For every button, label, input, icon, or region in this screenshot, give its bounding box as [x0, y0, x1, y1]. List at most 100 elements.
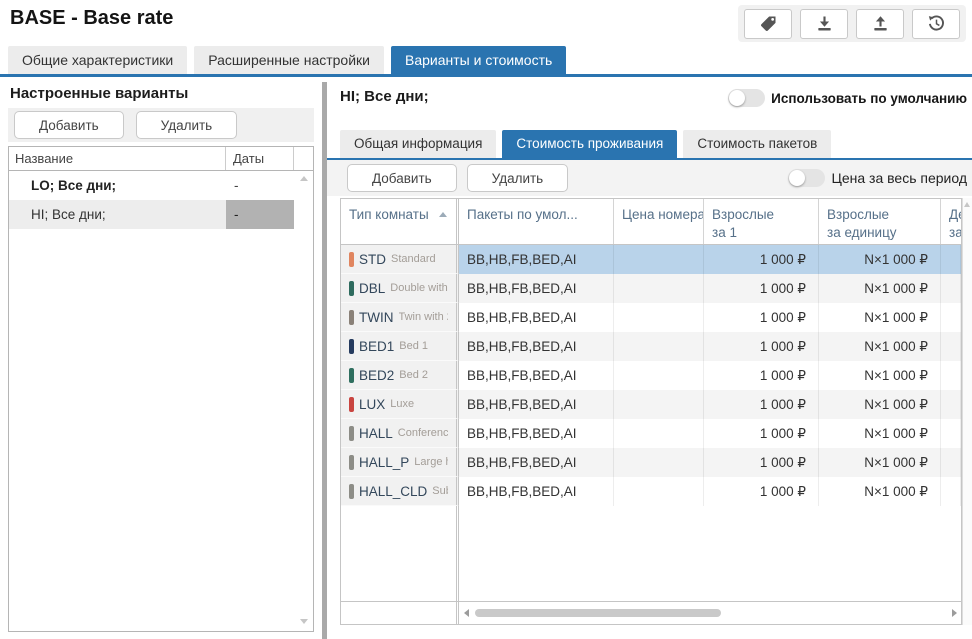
room-type-cell[interactable]: HALL_P Large hall — [341, 448, 459, 477]
scroll-left-arrow[interactable] — [464, 609, 469, 617]
room-price-cell[interactable] — [614, 361, 704, 390]
room-type-cell[interactable]: HALL Conference hall — [341, 419, 459, 448]
download-button[interactable] — [800, 9, 848, 39]
table-row[interactable]: STD Standard BB,HB,FB,BED,AI 1 000 ₽ N×1… — [341, 245, 961, 274]
vertical-scrollbar[interactable] — [962, 198, 972, 625]
scroll-right-arrow[interactable] — [952, 609, 957, 617]
tag-button[interactable] — [744, 9, 792, 39]
price-add-button[interactable]: Добавить — [347, 164, 457, 192]
packages-cell[interactable]: BB,HB,FB,BED,AI — [459, 477, 614, 506]
adults-per-unit-cell[interactable]: N×1 000 ₽ — [819, 332, 941, 361]
room-type-cell[interactable]: HALL_CLD Subhalls — [341, 477, 459, 506]
variants-list-body: LO; Все дни; - HI; Все дни; - — [9, 171, 294, 631]
tab-advanced-settings[interactable]: Расширенные настройки — [194, 46, 384, 74]
adults-per-1-cell[interactable]: 1 000 ₽ — [704, 245, 819, 274]
use-default-toggle[interactable] — [728, 89, 765, 107]
room-type-cell[interactable]: LUX Luxe — [341, 390, 459, 419]
table-row[interactable]: DBL Double with sing BB,HB,FB,BED,AI 1 0… — [341, 274, 961, 303]
variant-add-button[interactable]: Добавить — [14, 111, 124, 139]
packages-cell[interactable]: BB,HB,FB,BED,AI — [459, 303, 614, 332]
room-price-cell[interactable] — [614, 448, 704, 477]
children-cell[interactable] — [941, 332, 961, 361]
table-row[interactable]: LUX Luxe BB,HB,FB,BED,AI 1 000 ₽ N×1 000… — [341, 390, 961, 419]
adults-per-unit-cell[interactable]: N×1 000 ₽ — [819, 245, 941, 274]
packages-cell[interactable]: BB,HB,FB,BED,AI — [459, 419, 614, 448]
column-header-adults-per-1[interactable]: Взрослые за 1 — [704, 199, 819, 244]
adults-per-unit-cell[interactable]: N×1 000 ₽ — [819, 303, 941, 332]
tab-variants-and-price[interactable]: Варианты и стоимость — [391, 46, 566, 74]
room-price-cell[interactable] — [614, 303, 704, 332]
horizontal-scrollbar[interactable] — [459, 602, 961, 624]
room-color-chip — [349, 252, 354, 267]
children-cell[interactable] — [941, 448, 961, 477]
variant-row-lo[interactable]: LO; Все дни; - — [9, 171, 294, 200]
upload-button[interactable] — [856, 9, 904, 39]
adults-per-1-cell[interactable]: 1 000 ₽ — [704, 419, 819, 448]
room-price-cell[interactable] — [614, 332, 704, 361]
column-header-children[interactable]: Де за — [941, 199, 961, 244]
period-price-toggle[interactable] — [788, 169, 825, 187]
tab-general-characteristics[interactable]: Общие характеристики — [8, 46, 187, 74]
price-delete-button[interactable]: Удалить — [467, 164, 569, 192]
room-price-cell[interactable] — [614, 390, 704, 419]
scroll-up-arrow[interactable] — [300, 176, 308, 181]
room-type-cell[interactable]: TWIN Twin with 2 bed — [341, 303, 459, 332]
adults-per-1-cell[interactable]: 1 000 ₽ — [704, 477, 819, 506]
room-price-cell[interactable] — [614, 419, 704, 448]
room-type-cell[interactable]: STD Standard — [341, 245, 459, 274]
variant-row-hi[interactable]: HI; Все дни; - — [9, 200, 294, 229]
adults-per-unit-cell[interactable]: N×1 000 ₽ — [819, 419, 941, 448]
adults-per-1-cell[interactable]: 1 000 ₽ — [704, 274, 819, 303]
column-header-room-price[interactable]: Цена номера — [614, 199, 704, 244]
room-type-cell[interactable]: BED2 Bed 2 — [341, 361, 459, 390]
column-header-room-type[interactable]: Тип комнаты — [341, 199, 459, 244]
adults-per-unit-cell[interactable]: N×1 000 ₽ — [819, 448, 941, 477]
table-row[interactable]: TWIN Twin with 2 bed BB,HB,FB,BED,AI 1 0… — [341, 303, 961, 332]
adults-per-1-cell[interactable]: 1 000 ₽ — [704, 448, 819, 477]
column-header-dates[interactable]: Даты — [225, 147, 293, 170]
children-cell[interactable] — [941, 390, 961, 419]
variant-delete-button[interactable]: Удалить — [136, 111, 238, 139]
room-price-cell[interactable] — [614, 274, 704, 303]
packages-cell[interactable]: BB,HB,FB,BED,AI — [459, 274, 614, 303]
scroll-up-arrow[interactable] — [964, 202, 970, 207]
tab-accommodation-price[interactable]: Стоимость проживания — [502, 130, 677, 158]
packages-cell[interactable]: BB,HB,FB,BED,AI — [459, 390, 614, 419]
history-button[interactable] — [912, 9, 960, 39]
room-type-cell[interactable]: DBL Double with sing — [341, 274, 459, 303]
scroll-down-arrow[interactable] — [300, 619, 308, 624]
adults-per-unit-cell[interactable]: N×1 000 ₽ — [819, 390, 941, 419]
packages-cell[interactable]: BB,HB,FB,BED,AI — [459, 448, 614, 477]
horizontal-scroll-thumb[interactable] — [475, 609, 721, 617]
room-price-cell[interactable] — [614, 245, 704, 274]
adults-per-1-cell[interactable]: 1 000 ₽ — [704, 332, 819, 361]
children-cell[interactable] — [941, 303, 961, 332]
column-header-name[interactable]: Название — [9, 151, 225, 166]
column-header-default-packages[interactable]: Пакеты по умол... — [459, 199, 614, 244]
children-cell[interactable] — [941, 361, 961, 390]
table-row[interactable]: BED1 Bed 1 BB,HB,FB,BED,AI 1 000 ₽ N×1 0… — [341, 332, 961, 361]
table-row[interactable]: HALL Conference hall BB,HB,FB,BED,AI 1 0… — [341, 419, 961, 448]
column-header-adults-per-unit[interactable]: Взрослые за единицу — [819, 199, 941, 244]
packages-cell[interactable]: BB,HB,FB,BED,AI — [459, 245, 614, 274]
adults-per-unit-cell[interactable]: N×1 000 ₽ — [819, 361, 941, 390]
adults-per-1-cell[interactable]: 1 000 ₽ — [704, 361, 819, 390]
table-row[interactable]: HALL_CLD Subhalls BB,HB,FB,BED,AI 1 000 … — [341, 477, 961, 506]
variant-dates: - — [226, 200, 294, 229]
children-cell[interactable] — [941, 274, 961, 303]
children-cell[interactable] — [941, 419, 961, 448]
tab-package-price[interactable]: Стоимость пакетов — [683, 130, 831, 158]
adults-per-unit-cell[interactable]: N×1 000 ₽ — [819, 477, 941, 506]
room-price-cell[interactable] — [614, 477, 704, 506]
packages-cell[interactable]: BB,HB,FB,BED,AI — [459, 332, 614, 361]
adults-per-1-cell[interactable]: 1 000 ₽ — [704, 303, 819, 332]
packages-cell[interactable]: BB,HB,FB,BED,AI — [459, 361, 614, 390]
table-row[interactable]: HALL_P Large hall BB,HB,FB,BED,AI 1 000 … — [341, 448, 961, 477]
room-type-cell[interactable]: BED1 Bed 1 — [341, 332, 459, 361]
adults-per-1-cell[interactable]: 1 000 ₽ — [704, 390, 819, 419]
children-cell[interactable] — [941, 245, 961, 274]
table-row[interactable]: BED2 Bed 2 BB,HB,FB,BED,AI 1 000 ₽ N×1 0… — [341, 361, 961, 390]
adults-per-unit-cell[interactable]: N×1 000 ₽ — [819, 274, 941, 303]
children-cell[interactable] — [941, 477, 961, 506]
tab-general-info[interactable]: Общая информация — [340, 130, 496, 158]
